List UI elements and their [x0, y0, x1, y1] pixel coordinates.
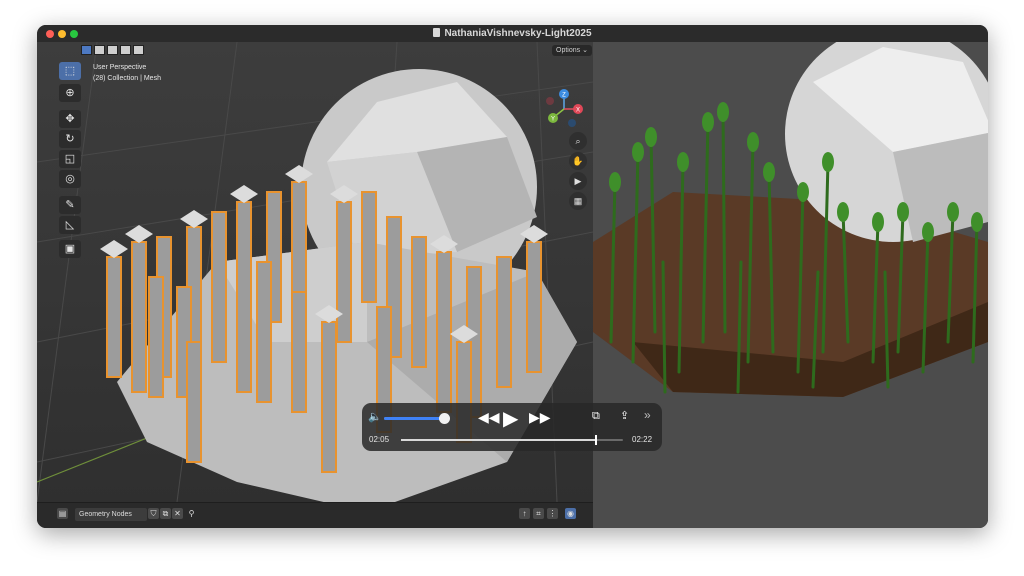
geometry-nodes-label: Geometry Nodes — [79, 511, 132, 518]
camera-icon[interactable]: ▶ — [569, 172, 587, 190]
render-scene[interactable] — [593, 42, 988, 528]
snap-mode-icon[interactable]: ⋮ — [547, 508, 558, 519]
gizmo-z-label: Z — [562, 93, 566, 99]
options-dropdown[interactable]: Options ⌄ — [552, 45, 592, 56]
navigation-gizmo[interactable]: Z X Y — [542, 87, 592, 142]
picture-in-picture-icon[interactable]: ⧉ — [592, 410, 600, 423]
volume-knob[interactable] — [439, 413, 450, 424]
fast-forward-icon[interactable]: ▶▶ — [529, 409, 551, 426]
annotate-icon[interactable]: ✎ — [59, 196, 81, 214]
options-label: Options — [556, 47, 581, 54]
current-time: 02:05 — [369, 435, 390, 444]
playback-scrubber[interactable] — [401, 435, 623, 445]
node-editor-header: ▤ Geometry Nodes ⛉ ⧉ ✕ ⚲ ↑ ⌗ ⋮ ◉ — [37, 502, 593, 528]
unlink-icon[interactable]: ✕ — [172, 508, 183, 519]
move-icon[interactable]: ✥ — [59, 110, 81, 128]
collection-label: (28) Collection | Mesh — [93, 75, 161, 82]
volume-fill — [384, 417, 444, 420]
snap-icon[interactable]: ⌗ — [533, 508, 544, 519]
volume-icon[interactable]: 🔈 — [368, 410, 382, 423]
pan-hand-icon[interactable]: ✋ — [569, 152, 587, 170]
cursor-icon[interactable]: ⊕ — [59, 84, 81, 102]
geometry-nodes-tree[interactable]: Geometry Nodes — [75, 508, 147, 521]
viewport-info: User Perspective (28) Collection | Mesh — [93, 62, 161, 84]
add-cube-icon[interactable]: ▣ — [59, 240, 81, 258]
rewind-icon[interactable]: ◀◀ — [478, 409, 500, 426]
window-title-wrap: NathaniaVishnevsky-Light2025 — [37, 28, 988, 39]
total-time: 02:22 — [632, 435, 653, 444]
fake-user-icon[interactable]: ⛉ — [148, 508, 159, 519]
select-mode-group — [81, 45, 144, 55]
document-icon — [433, 28, 441, 37]
editor-type-icon[interactable]: ▤ — [57, 508, 68, 519]
overlay-icon[interactable]: ◉ — [565, 508, 576, 519]
duplicate-icon[interactable]: ⧉ — [160, 508, 171, 519]
transform-icon[interactable]: ◎ — [59, 170, 81, 188]
scrubber-playhead[interactable] — [595, 435, 598, 445]
grid-icon[interactable]: ▦ — [569, 192, 587, 210]
video-player-controls: 🔈 ◀◀ ▶ ▶▶ ⧉ ⇪ » 02:05 02:22 — [362, 403, 662, 451]
perspective-label: User Perspective — [93, 64, 147, 71]
rotate-icon[interactable]: ↻ — [59, 130, 81, 148]
share-icon[interactable]: ⇪ — [620, 409, 629, 422]
select-box-icon[interactable]: ⬚ — [59, 62, 81, 80]
scale-icon[interactable]: ◱ — [59, 150, 81, 168]
zoom-icon[interactable]: ⌕ — [569, 132, 587, 150]
more-icon[interactable]: » — [644, 408, 651, 422]
select-difference-icon[interactable] — [120, 45, 131, 55]
volume-slider[interactable] — [384, 413, 450, 424]
parent-node-icon[interactable]: ↑ — [519, 508, 530, 519]
gizmo-y-label: Y — [551, 117, 555, 123]
measure-icon[interactable]: ◺ — [59, 216, 81, 234]
window-title: NathaniaVishnevsky-Light2025 — [444, 28, 592, 39]
app-window: NathaniaVishnevsky-Light2025 Options ⌄ U… — [37, 25, 988, 528]
select-subtract-icon[interactable] — [107, 45, 118, 55]
gizmo-x-label: X — [576, 108, 580, 114]
select-extend-icon[interactable] — [94, 45, 105, 55]
select-intersect-icon[interactable] — [133, 45, 144, 55]
pin-icon[interactable]: ⚲ — [186, 508, 197, 519]
play-icon[interactable]: ▶ — [503, 406, 518, 431]
scrubber-fill — [401, 439, 597, 441]
select-new-icon[interactable] — [81, 45, 92, 55]
3d-viewport-render[interactable] — [593, 42, 988, 528]
title-bar: NathaniaVishnevsky-Light2025 — [37, 25, 988, 42]
